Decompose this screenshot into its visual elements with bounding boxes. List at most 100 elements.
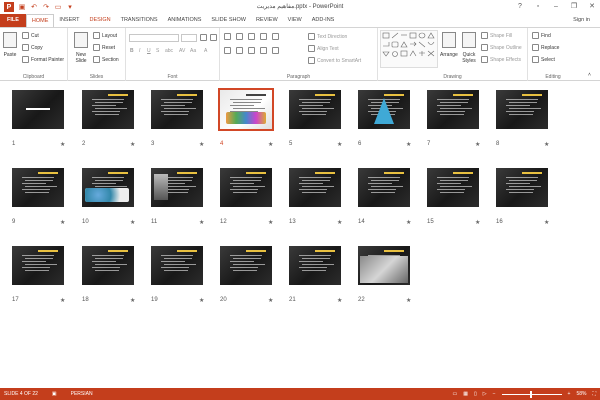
section-button[interactable]: Section — [93, 56, 119, 63]
slide-thumbnail[interactable] — [12, 168, 64, 207]
columns-button[interactable] — [272, 47, 279, 54]
transition-star-icon[interactable]: ★ — [60, 219, 65, 226]
change-case-icon[interactable]: Aa — [190, 48, 196, 54]
replace-button[interactable]: Replace — [532, 44, 559, 51]
spacing-icon[interactable]: AV — [179, 48, 185, 54]
tab-view[interactable]: VIEW — [283, 14, 307, 27]
customize-qat-icon[interactable]: ▾ — [66, 3, 74, 11]
shapes-gallery[interactable] — [380, 30, 438, 68]
tab-home[interactable]: HOME — [25, 14, 55, 27]
close-icon[interactable]: ✕ — [586, 1, 598, 11]
transition-star-icon[interactable]: ★ — [544, 141, 549, 148]
help-icon[interactable]: ? — [514, 1, 526, 11]
slide-thumbnail[interactable] — [289, 90, 341, 129]
slide-thumbnail[interactable] — [82, 246, 134, 285]
sign-in-link[interactable]: Sign in — [573, 17, 590, 23]
shadow-icon[interactable]: S — [156, 48, 159, 54]
copy-button[interactable]: Copy — [22, 44, 43, 51]
zoom-level[interactable]: 58% — [576, 391, 586, 397]
reset-button[interactable]: Reset — [93, 44, 115, 51]
tab-file[interactable]: FILE — [0, 14, 26, 27]
increase-indent-button[interactable] — [260, 33, 267, 40]
transition-star-icon[interactable]: ★ — [406, 297, 411, 304]
slide-thumbnail[interactable] — [496, 168, 548, 207]
transition-star-icon[interactable]: ★ — [268, 219, 273, 226]
minimize-icon[interactable]: – — [550, 1, 562, 11]
transition-star-icon[interactable]: ★ — [337, 141, 342, 148]
slide-thumbnail[interactable] — [151, 246, 203, 285]
font-name-box[interactable] — [129, 34, 179, 42]
numbering-button[interactable] — [236, 33, 243, 40]
tab-animations[interactable]: ANIMATIONS — [163, 14, 207, 27]
redo-icon[interactable]: ↷ — [42, 3, 50, 11]
transition-star-icon[interactable]: ★ — [268, 297, 273, 304]
underline-icon[interactable]: U — [147, 48, 151, 54]
transition-star-icon[interactable]: ★ — [130, 219, 135, 226]
italic-icon[interactable]: I — [139, 48, 140, 54]
decrease-indent-button[interactable] — [248, 33, 255, 40]
arrange-button[interactable]: Arrange — [440, 32, 458, 58]
align-left-button[interactable] — [224, 47, 231, 54]
layout-button[interactable]: Layout — [93, 32, 117, 39]
cut-button[interactable]: Cut — [22, 32, 39, 39]
shape-fill-button[interactable]: Shape Fill — [481, 32, 512, 39]
undo-icon[interactable]: ↶ — [30, 3, 38, 11]
shape-effects-button[interactable]: Shape Effects — [481, 56, 521, 63]
transition-star-icon[interactable]: ★ — [406, 141, 411, 148]
transition-star-icon[interactable]: ★ — [406, 219, 411, 226]
transition-star-icon[interactable]: ★ — [199, 297, 204, 304]
text-direction-button[interactable]: Text Direction — [308, 33, 347, 40]
transition-star-icon[interactable]: ★ — [475, 141, 480, 148]
transition-star-icon[interactable]: ★ — [544, 219, 549, 226]
transition-star-icon[interactable]: ★ — [60, 297, 65, 304]
zoom-in-icon[interactable]: + — [568, 391, 571, 397]
fit-slide-icon[interactable]: ⛶ — [592, 391, 596, 397]
zoom-slider-knob[interactable] — [529, 390, 532, 398]
normal-view-icon[interactable]: ▭ — [453, 391, 458, 397]
slide-thumbnail[interactable] — [427, 168, 479, 207]
tab-review[interactable]: REVIEW — [251, 14, 283, 27]
transition-star-icon[interactable]: ★ — [199, 141, 204, 148]
transition-star-icon[interactable]: ★ — [130, 297, 135, 304]
slide-thumbnail[interactable] — [218, 88, 274, 131]
transition-star-icon[interactable]: ★ — [337, 297, 342, 304]
quick-styles-button[interactable]: Quick Styles — [460, 32, 478, 64]
align-text-button[interactable]: Align Text — [308, 45, 339, 52]
convert-smartart-button[interactable]: Convert to SmartArt — [308, 57, 361, 64]
slide-sorter-view-icon[interactable]: ▦ — [463, 391, 468, 397]
grow-font-button[interactable] — [200, 34, 207, 41]
shrink-font-button[interactable] — [210, 34, 217, 41]
slide-thumbnail[interactable] — [151, 168, 203, 207]
tab-design[interactable]: DESIGN — [85, 14, 116, 27]
slide-thumbnail[interactable] — [82, 90, 134, 129]
find-button[interactable]: Find — [532, 32, 551, 39]
paste-button[interactable]: Paste — [3, 32, 17, 58]
line-spacing-button[interactable] — [272, 33, 279, 40]
format-painter-button[interactable]: Format Painter — [22, 56, 64, 63]
slide-thumbnail[interactable] — [151, 90, 203, 129]
transition-star-icon[interactable]: ★ — [199, 219, 204, 226]
slide-thumbnail[interactable] — [82, 168, 134, 207]
transition-star-icon[interactable]: ★ — [60, 141, 65, 148]
font-size-box[interactable] — [181, 34, 197, 42]
slide-thumbnail[interactable] — [496, 90, 548, 129]
tab-insert[interactable]: INSERT — [54, 14, 84, 27]
new-slide-button[interactable]: New Slide — [71, 32, 91, 64]
shape-outline-button[interactable]: Shape Outline — [481, 44, 522, 51]
slide-thumbnail[interactable] — [358, 168, 410, 207]
spell-check-icon[interactable]: ▣ — [52, 391, 57, 397]
transition-star-icon[interactable]: ★ — [475, 219, 480, 226]
slide-thumbnail[interactable] — [358, 246, 410, 285]
slide-thumbnail[interactable] — [289, 246, 341, 285]
bullets-button[interactable] — [224, 33, 231, 40]
slide-thumbnail[interactable] — [289, 168, 341, 207]
restore-icon[interactable]: ❐ — [568, 1, 580, 11]
font-color-icon[interactable]: A — [204, 48, 207, 54]
reading-view-icon[interactable]: ▯ — [474, 391, 477, 397]
transition-star-icon[interactable]: ★ — [268, 141, 273, 148]
tab-transitions[interactable]: TRANSITIONS — [116, 14, 163, 27]
present-icon[interactable]: ▭ — [54, 3, 62, 11]
zoom-slider[interactable] — [501, 390, 562, 398]
slide-show-icon[interactable]: ▷ — [483, 391, 487, 397]
slide-thumbnail[interactable] — [12, 90, 64, 129]
